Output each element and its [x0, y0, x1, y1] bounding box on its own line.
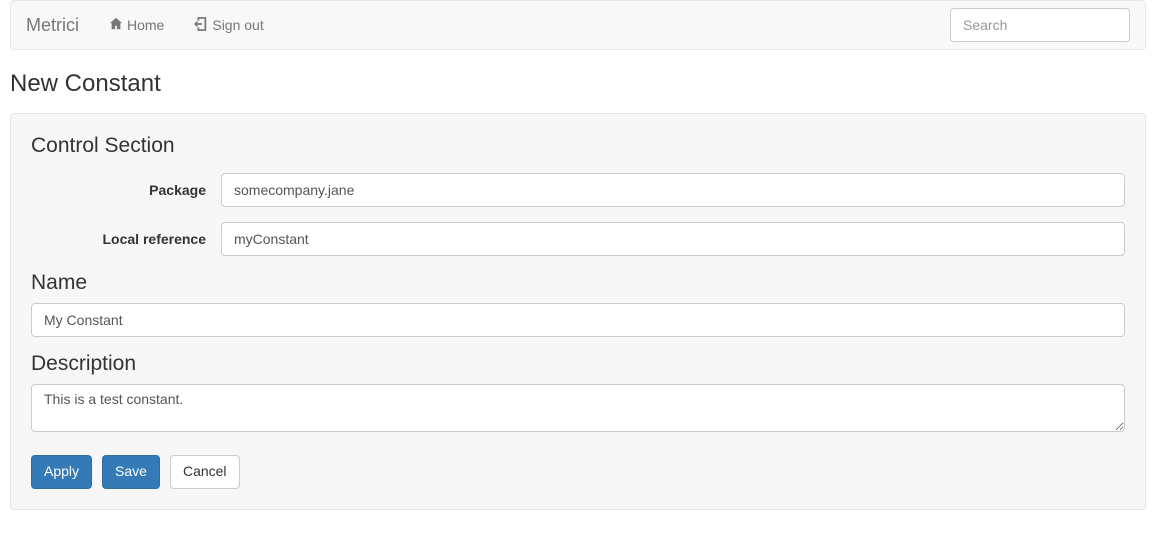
- name-input[interactable]: [31, 303, 1125, 337]
- localref-label: Local reference: [31, 231, 221, 247]
- localref-row: Local reference: [31, 222, 1125, 256]
- button-row: Apply Save Cancel: [31, 455, 1125, 489]
- signout-label: Sign out: [212, 17, 263, 33]
- brand-link[interactable]: Metrici: [26, 15, 94, 36]
- navbar: Metrici Home Sign out: [10, 0, 1146, 50]
- save-button[interactable]: Save: [102, 455, 160, 489]
- description-label: Description: [31, 352, 1125, 376]
- description-textarea[interactable]: [31, 384, 1125, 432]
- form-panel: Control Section Package Local reference …: [10, 113, 1146, 510]
- name-label: Name: [31, 271, 1125, 295]
- cancel-button[interactable]: Cancel: [170, 455, 240, 489]
- search-input[interactable]: [950, 8, 1130, 42]
- localref-input[interactable]: [221, 222, 1125, 256]
- page-title: New Constant: [10, 70, 1146, 98]
- control-section-title: Control Section: [31, 134, 1125, 158]
- home-label: Home: [127, 17, 164, 33]
- package-row: Package: [31, 173, 1125, 207]
- home-link[interactable]: Home: [94, 17, 179, 34]
- apply-button[interactable]: Apply: [31, 455, 92, 489]
- signout-link[interactable]: Sign out: [179, 17, 278, 34]
- package-input[interactable]: [221, 173, 1125, 207]
- signout-icon: [194, 17, 208, 34]
- home-icon: [109, 17, 123, 34]
- package-label: Package: [31, 182, 221, 198]
